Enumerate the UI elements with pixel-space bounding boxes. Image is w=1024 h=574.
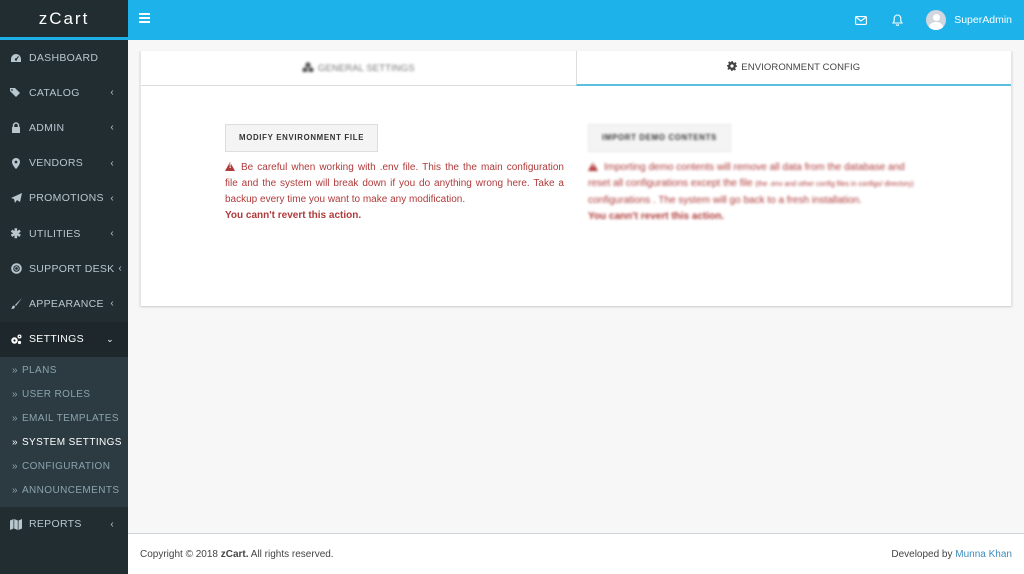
env-warning-text: Be careful when working with .env file. … [225, 160, 564, 208]
subitem-label: SYSTEM SETTINGS [21, 437, 122, 449]
sidebar-subitem-user-roles[interactable]: » USER ROLES [0, 383, 128, 407]
subitem-label: CONFIGURATION [21, 461, 111, 473]
sidebar-item-dashboard[interactable]: DASHBOARD [0, 40, 128, 75]
tags-icon [10, 87, 22, 99]
chevron-left-icon: ‹ [110, 87, 114, 99]
chevron-left-icon: ‹ [110, 192, 114, 204]
env-file-section: MODIFY ENVIRONMENT FILE Be careful when … [225, 124, 564, 224]
tab-environment-config[interactable]: ENVIORONMENT CONFIG [575, 51, 1011, 86]
sidebar-item-label: ADMIN [29, 121, 65, 134]
double-chevron-right-icon: » [12, 437, 18, 449]
sidebar-subitem-plans[interactable]: » PLANS [0, 359, 128, 383]
sidebar-item-label: APPEARANCE [29, 297, 104, 310]
tab-general-settings[interactable]: GENERAL SETTINGS [141, 51, 576, 85]
sidebar-item-catalog[interactable]: CATALOG ‹ [0, 75, 128, 110]
navbar-right: SuperAdmin [854, 0, 1012, 40]
sidebar-subitem-email-templates[interactable]: » EMAIL TEMPLATES [0, 407, 128, 431]
double-chevron-right-icon: » [12, 461, 18, 473]
sidebar-item-vendors[interactable]: VENDORS ‹ [0, 146, 128, 181]
sidebar-item-label: SETTINGS [29, 333, 84, 346]
tab-label: ENVIORONMENT CONFIG [741, 62, 861, 73]
demo-warning-text: Importing demo contents will remove all … [588, 160, 927, 209]
sidebar-item-label: VENDORS [29, 157, 84, 170]
sidebar-item-label: CATALOG [29, 86, 80, 99]
sidebar-item-label: DASHBOARD [29, 51, 99, 64]
sidebar-item-label: SUPPORT DESK [29, 262, 115, 275]
cubes-icon [302, 61, 314, 75]
map-icon [10, 518, 22, 530]
sidebar-item-settings[interactable]: SETTINGS ⌄ [0, 321, 128, 357]
lock-icon [10, 122, 22, 134]
chevron-left-icon: ‹ [110, 157, 114, 169]
envelope-icon[interactable] [854, 13, 868, 27]
sidebar-item-reports[interactable]: REPORTS ‹ [0, 507, 128, 542]
copyright: Copyright © 2018 zCart. All rights reser… [140, 549, 334, 560]
settings-submenu: » PLANS » USER ROLES » EMAIL TEMPLATES » SYS… [0, 356, 128, 507]
chevron-left-icon: ‹ [110, 122, 114, 134]
double-chevron-right-icon: » [12, 413, 18, 425]
modify-environment-file-button[interactable]: MODIFY ENVIRONMENT FILE [225, 124, 379, 152]
double-chevron-right-icon: » [12, 485, 18, 497]
sidebar-item-label: REPORTS [29, 518, 82, 531]
map-marker-icon [10, 157, 22, 169]
paper-plane-icon [10, 192, 22, 204]
developer-link[interactable]: Munna Khan [955, 549, 1012, 560]
chevron-left-icon: ‹ [110, 518, 114, 530]
username[interactable]: SuperAdmin [954, 14, 1012, 26]
warning-message: Be careful when working with .env file. … [225, 162, 564, 205]
chevron-left-icon: ‹ [110, 298, 114, 310]
tab-label: GENERAL SETTINGS [317, 62, 415, 74]
copyright-suffix: All rights reserved. [250, 548, 334, 560]
asterisk-icon: ✱ [10, 225, 22, 241]
demo-contents-section: IMPORT DEMO CONTENTS Importing demo cont… [588, 124, 927, 225]
developer-prefix: Developed by [891, 548, 953, 560]
footer: Copyright © 2018 zCart. All rights reser… [128, 533, 1024, 574]
irreversible-notice: You cann't revert this action. [225, 210, 362, 221]
app-logo[interactable]: zCart [0, 0, 128, 40]
warning-icon [588, 162, 598, 171]
sidebar-item-utilities[interactable]: ✱ UTILITIES ‹ [0, 216, 128, 251]
subitem-label: ANNOUNCEMENTS [21, 485, 120, 497]
avatar[interactable] [926, 10, 947, 30]
sidebar-item-support-desk[interactable]: SUPPORT DESK ‹ [0, 251, 128, 286]
settings-panel: GENERAL SETTINGS ENVIORONMENT CONFIG MOD… [140, 51, 1012, 306]
sidebar: zCart DASHBOARD CATALOG ‹ ADMIN ‹ VENDOR… [0, 0, 128, 574]
warning-note: (the .env and other config files in conf… [755, 181, 914, 188]
top-navbar: SuperAdmin [128, 0, 1024, 40]
sidebar-subitem-system-settings[interactable]: » SYSTEM SETTINGS [0, 431, 128, 455]
tab-bar: GENERAL SETTINGS ENVIORONMENT CONFIG [141, 51, 1011, 86]
sidebar-subitem-configuration[interactable]: » CONFIGURATION [0, 455, 128, 479]
warning-icon [225, 162, 235, 171]
chevron-left-icon: ‹ [118, 263, 122, 275]
menu-toggle-icon[interactable] [139, 13, 150, 23]
gears-icon [10, 333, 22, 345]
gear-icon [727, 61, 738, 74]
life-ring-icon [10, 263, 22, 275]
chevron-down-icon: ⌄ [106, 333, 114, 344]
sidebar-item-appearance[interactable]: APPEARANCE ‹ [0, 286, 128, 321]
sidebar-menu: DASHBOARD CATALOG ‹ ADMIN ‹ VENDORS ‹ PR… [0, 40, 128, 542]
double-chevron-right-icon: » [12, 365, 18, 377]
import-demo-contents-button[interactable]: IMPORT DEMO CONTENTS [588, 124, 731, 152]
double-chevron-right-icon: » [12, 389, 18, 401]
subitem-label: PLANS [21, 365, 57, 377]
sidebar-item-promotions[interactable]: PROMOTIONS ‹ [0, 181, 128, 216]
irreversible-notice: You cann't revert this action. [588, 211, 725, 222]
dashboard-icon [10, 52, 22, 64]
sidebar-subitem-announcements[interactable]: » ANNOUNCEMENTS [0, 479, 128, 503]
paint-brush-icon [10, 298, 22, 310]
sidebar-item-admin[interactable]: ADMIN ‹ [0, 110, 128, 145]
bell-icon[interactable] [890, 13, 904, 27]
sidebar-item-label: PROMOTIONS [29, 192, 104, 205]
warning-message-tail: configurations . The system will go back… [588, 195, 862, 206]
copyright-brand: zCart. [220, 548, 249, 560]
subitem-label: USER ROLES [21, 389, 91, 401]
chevron-left-icon: ‹ [110, 228, 114, 240]
sidebar-item-label: UTILITIES [29, 227, 81, 240]
developer-credit: Developed by Munna Khan [891, 549, 1012, 560]
copyright-prefix: Copyright © 2018 [140, 548, 218, 560]
subitem-label: EMAIL TEMPLATES [21, 413, 119, 425]
